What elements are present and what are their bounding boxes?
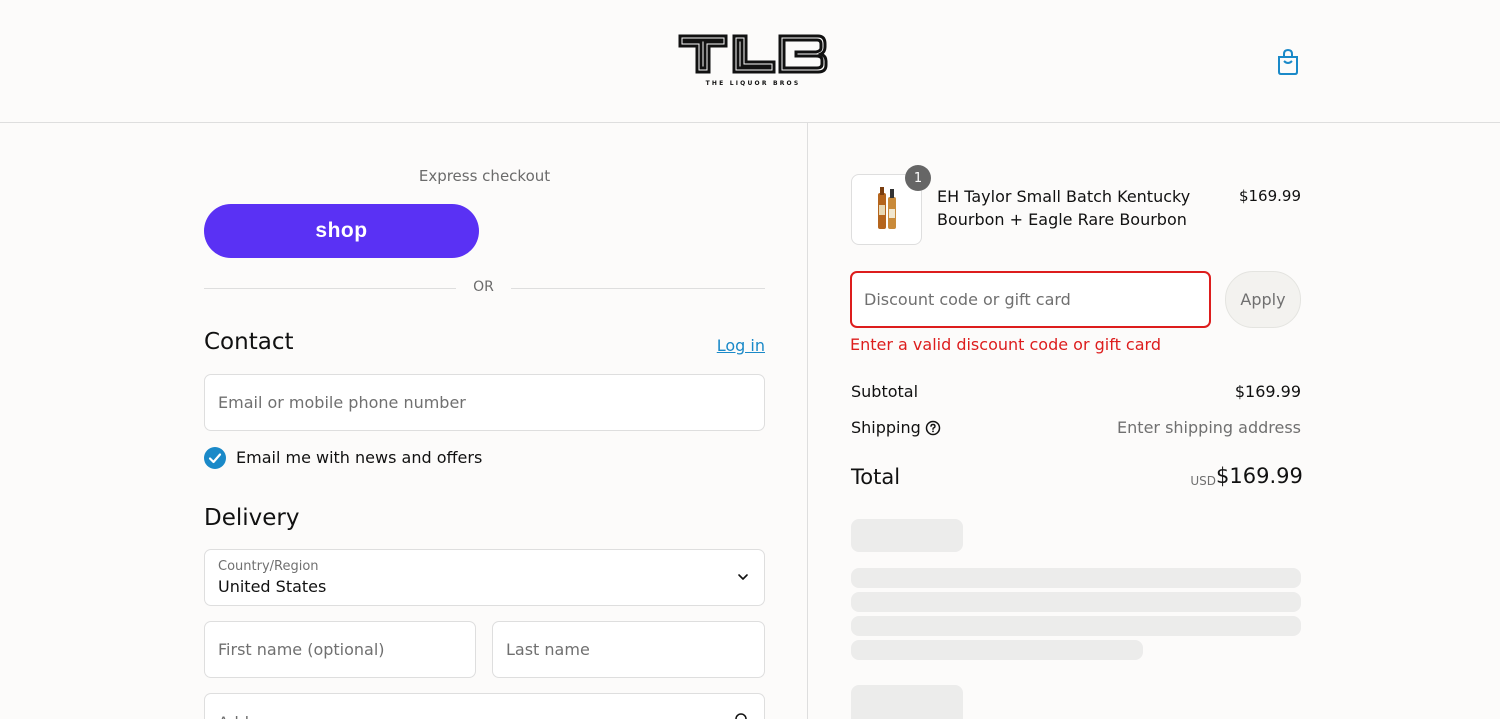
tlb-logo-icon: [678, 34, 828, 74]
newsletter-label: Email me with news and offers: [236, 448, 483, 467]
last-name-field[interactable]: [492, 621, 765, 678]
apply-discount-button[interactable]: Apply: [1225, 271, 1301, 328]
subtotal-label: Subtotal: [851, 382, 919, 401]
shipping-row: Shipping Enter shipping address: [851, 418, 1301, 440]
quantity-badge: 1: [905, 165, 931, 191]
subtotal-value: $169.99: [1234, 382, 1301, 401]
total-value: $169.99: [1216, 464, 1303, 488]
shipping-label: Shipping: [851, 418, 921, 437]
logo-subtitle: THE LIQUOR BROS: [705, 80, 801, 87]
contact-heading: Contact: [204, 329, 294, 355]
header: THE LIQUOR BROS: [0, 0, 1500, 123]
subtotal-row: Subtotal $169.99: [851, 382, 1301, 404]
delivery-heading: Delivery: [204, 505, 300, 531]
country-value: United States: [218, 577, 327, 596]
or-line-right: [511, 288, 765, 289]
express-checkout-title: Express checkout: [418, 167, 551, 185]
email-field[interactable]: [204, 374, 765, 431]
discount-code-input[interactable]: [852, 273, 1209, 326]
skeleton-block: [851, 685, 963, 719]
total-currency: USD: [1190, 474, 1216, 488]
shop-pay-button[interactable]: shop: [204, 204, 479, 258]
product-name: EH Taylor Small Batch Kentucky Bourbon +…: [937, 187, 1191, 229]
product-price: $169.99: [1238, 187, 1301, 205]
discount-error-message: Enter a valid discount code or gift card: [850, 335, 1161, 354]
skeleton-line: [851, 616, 1301, 636]
total-label: Total: [851, 465, 901, 489]
skeleton-line: [851, 640, 1143, 660]
login-link[interactable]: Log in: [700, 336, 765, 355]
newsletter-option[interactable]: Email me with news and offers: [204, 446, 604, 470]
or-label: OR: [473, 279, 494, 295]
shopping-bag-icon[interactable]: [1276, 48, 1300, 76]
last-name-input[interactable]: [493, 622, 764, 677]
first-name-input[interactable]: [205, 622, 475, 677]
email-input[interactable]: [205, 375, 764, 430]
address-input[interactable]: [205, 694, 764, 719]
skeleton-line: [851, 592, 1301, 612]
search-icon: [735, 713, 747, 719]
shipping-value: Enter shipping address: [1117, 418, 1301, 437]
chevron-down-icon: [738, 574, 748, 580]
help-circle-icon[interactable]: [925, 420, 941, 436]
shop-pay-label: shop: [315, 219, 368, 242]
or-line-left: [204, 288, 456, 289]
first-name-field[interactable]: [204, 621, 476, 678]
skeleton-line: [851, 568, 1301, 588]
checkmark-icon: [208, 453, 222, 464]
column-divider: [807, 123, 808, 719]
address-field[interactable]: [204, 693, 765, 719]
country-label: Country/Region: [218, 559, 319, 574]
or-divider: OR: [204, 278, 765, 298]
store-logo[interactable]: THE LIQUOR BROS: [678, 30, 828, 92]
newsletter-checkbox[interactable]: [204, 447, 226, 469]
country-select[interactable]: Country/Region United States: [204, 549, 765, 606]
skeleton-block: [851, 519, 963, 552]
discount-code-field[interactable]: [850, 271, 1211, 328]
